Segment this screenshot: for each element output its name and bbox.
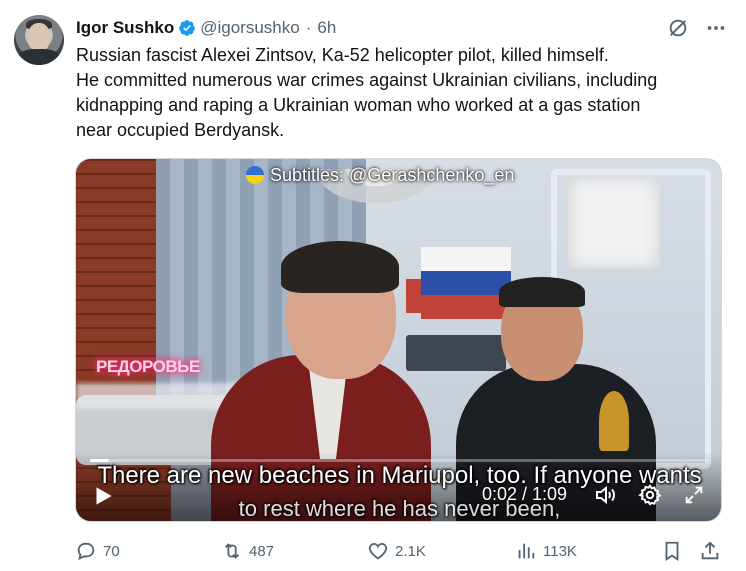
views-icon [518,543,535,559]
tweet-text-line: He committed numerous war crimes against… [76,70,658,90]
like-button[interactable]: 2.1K [367,539,426,563]
video-progress-fill [90,459,109,462]
tweet-text: Russian fascist Alexei Zintsov, Ka-52 he… [76,43,726,143]
video-player[interactable]: РЕДОРОВЬЕ Subtitles: @Gerashchenko_en Th… [75,158,722,522]
tweet: Igor Sushko @igorsushko · 6h Russian fas… [0,0,746,571]
slash-circle-icon[interactable] [666,16,690,40]
retweet-button[interactable]: 487 [221,539,274,563]
verified-badge-icon [178,19,196,37]
volume-icon[interactable] [591,481,619,509]
author-name[interactable]: Igor Sushko [76,18,174,38]
neon-sign: РЕДОРОВЬЕ [96,357,200,376]
retweet-icon [224,543,240,559]
video-subtitle-line1: There are new beaches in Mariupol, too. … [97,462,702,489]
reply-icon [77,542,95,560]
tweet-header: Igor Sushko @igorsushko · 6h [76,17,336,39]
author-handle[interactable]: @igorsushko [200,18,299,38]
share-icon [701,541,719,560]
video-watermark: Subtitles: @Gerashchenko_en [246,164,546,186]
retweet-count: 487 [249,542,275,560]
reply-button[interactable]: 70 [75,539,120,563]
views-count: 113K [543,542,577,560]
video-subtitle-line2: to rest where he has never been, [238,496,561,521]
video-timecode: 0:02 / 1:09 [482,484,568,504]
bookmark-button[interactable] [661,539,683,563]
tweet-text-line: Russian fascist Alexei Zintsov, Ka-52 he… [76,45,609,65]
ukraine-flag-icon [246,166,264,184]
like-count: 2.1K [395,542,426,560]
tweet-actions: 70 487 2.1K 113K [75,539,725,565]
reply-count: 70 [103,542,120,560]
tweet-top-actions [666,16,728,40]
watermark-text: Subtitles: @Gerashchenko_en [270,164,515,185]
tweet-text-line: kidnapping and raping a Ukrainian woman … [76,95,641,115]
views-button[interactable]: 113K [515,539,577,563]
video-progress-bar[interactable] [90,459,709,462]
more-horizontal-icon[interactable] [704,16,728,40]
play-icon[interactable] [88,481,118,511]
gear-icon[interactable] [636,481,664,509]
tweet-time[interactable]: 6h [317,18,336,38]
avatar[interactable] [14,15,64,65]
separator-dot: · [305,18,312,37]
share-button[interactable] [699,539,721,563]
bookmark-icon [665,541,679,561]
heart-icon [368,543,388,560]
fullscreen-icon[interactable] [680,481,708,509]
tweet-text-line: near occupied Berdyansk. [76,120,285,140]
